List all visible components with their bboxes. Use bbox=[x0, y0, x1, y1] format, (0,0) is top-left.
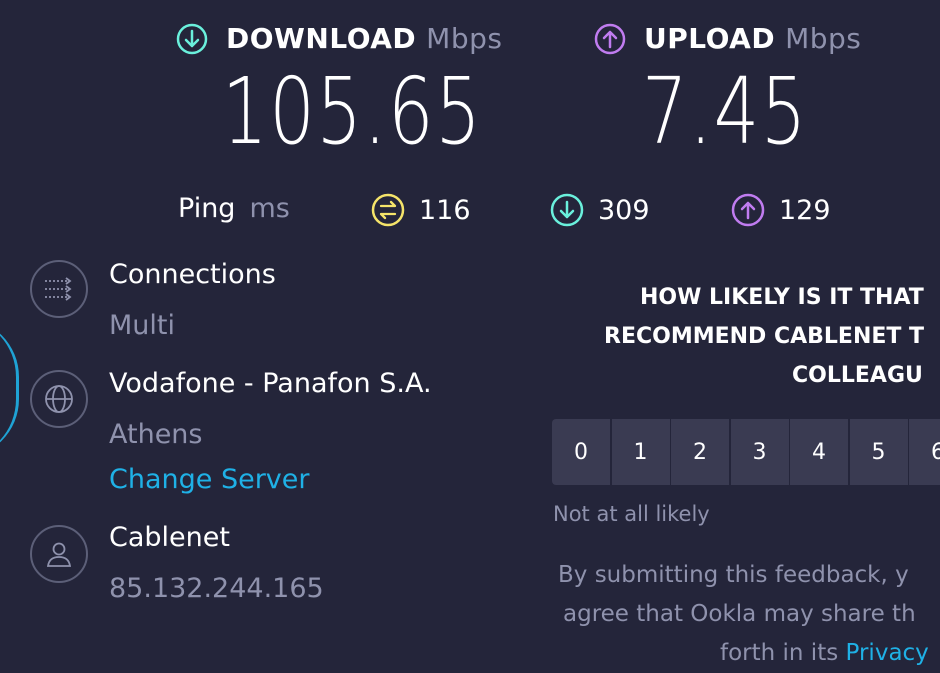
ping-unit: ms bbox=[249, 193, 290, 224]
isp-name: Cablenet bbox=[109, 522, 230, 553]
speed-gauge-arc bbox=[0, 318, 19, 458]
server-icon-wrap bbox=[30, 370, 88, 428]
connections-arrows-icon bbox=[45, 277, 72, 301]
connections-icon-wrap bbox=[30, 260, 88, 318]
upload-label: UPLOAD bbox=[644, 22, 776, 55]
connections-title: Connections bbox=[109, 259, 276, 290]
disclaimer-line-3-text: forth in its bbox=[720, 640, 846, 666]
download-unit: Mbps bbox=[426, 22, 503, 55]
isp-ip-address: 85.132.244.165 bbox=[109, 573, 324, 604]
rating-button-1[interactable]: 1 bbox=[611, 419, 670, 485]
rating-button-4[interactable]: 4 bbox=[790, 419, 848, 485]
disclaimer-line-1: By submitting this feedback, y bbox=[558, 562, 909, 588]
ping-upload-icon bbox=[731, 193, 765, 227]
rating-button-5[interactable]: 5 bbox=[849, 419, 908, 485]
rating-button-6[interactable]: 6 bbox=[909, 419, 940, 485]
connections-value[interactable]: Multi bbox=[109, 310, 175, 341]
rating-scale: 0 1 2 3 4 5 6 bbox=[552, 419, 940, 485]
ping-upload: 129 bbox=[731, 193, 831, 227]
download-speed-value: 105.65 bbox=[222, 58, 483, 165]
ping-label: Ping bbox=[178, 193, 236, 224]
isp-icon-wrap bbox=[30, 525, 88, 583]
server-name: Vodafone - Panafon S.A. bbox=[109, 368, 432, 399]
survey-question-line-2: RECOMMEND CABLENET T bbox=[604, 324, 925, 349]
disclaimer-line-2: agree that Ookla may share th bbox=[563, 601, 916, 627]
ping-idle-icon bbox=[371, 193, 405, 227]
user-icon bbox=[46, 542, 72, 567]
globe-icon bbox=[45, 385, 73, 413]
download-label: DOWNLOAD bbox=[226, 22, 417, 55]
change-server-link[interactable]: Change Server bbox=[109, 464, 310, 495]
server-location: Athens bbox=[109, 419, 203, 450]
rating-button-0[interactable]: 0 bbox=[552, 419, 610, 485]
survey-question-line-1: HOW LIKELY IS IT THAT bbox=[640, 285, 924, 310]
download-header: DOWNLOAD Mbps bbox=[176, 22, 502, 55]
ping-download-value: 309 bbox=[598, 194, 650, 226]
rating-low-label: Not at all likely bbox=[553, 502, 710, 526]
ping-download-icon bbox=[550, 193, 584, 227]
privacy-link[interactable]: Privacy bbox=[846, 640, 929, 666]
rating-button-2[interactable]: 2 bbox=[671, 419, 729, 485]
disclaimer-line-3: forth in its Privacy bbox=[720, 634, 929, 673]
ping-label-group: Ping ms bbox=[178, 193, 290, 224]
ping-upload-value: 129 bbox=[779, 194, 831, 226]
rating-button-3[interactable]: 3 bbox=[730, 419, 789, 485]
survey-question-line-3: COLLEAGU bbox=[792, 363, 923, 388]
ping-idle-value: 116 bbox=[419, 194, 471, 226]
upload-speed-value: 7.45 bbox=[642, 58, 809, 165]
upload-arrow-icon bbox=[594, 23, 626, 54]
upload-unit: Mbps bbox=[785, 22, 862, 55]
upload-header: UPLOAD Mbps bbox=[594, 22, 861, 55]
ping-idle: 116 bbox=[371, 193, 471, 227]
download-arrow-icon bbox=[176, 23, 208, 54]
ping-download: 309 bbox=[550, 193, 650, 227]
